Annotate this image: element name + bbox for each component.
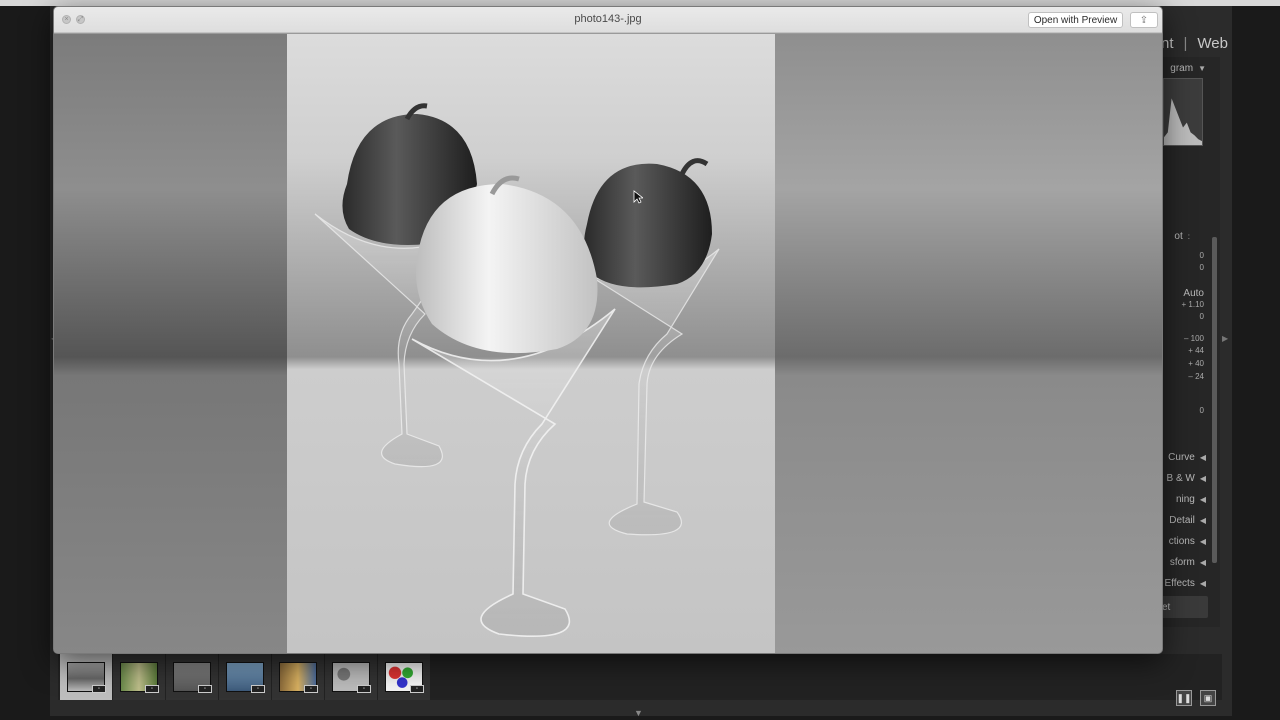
partial-label-text: ot <box>1174 230 1183 242</box>
image-icon[interactable]: ▣ <box>1200 690 1216 706</box>
section-transform[interactable]: sform ◀ <box>1170 553 1206 571</box>
section-label: sform <box>1169 556 1195 568</box>
value-row: 0 <box>1199 263 1204 272</box>
value-row: 0 <box>1199 251 1204 260</box>
expand-icon: ◀ <box>1199 473 1206 483</box>
section-label: Effects <box>1164 577 1195 589</box>
module-web[interactable]: Web <box>1197 35 1228 52</box>
section-label: Curve <box>1168 451 1195 463</box>
section-label: ning <box>1175 493 1195 505</box>
module-separator: | <box>1183 34 1188 52</box>
expand-icon: ◀ <box>1199 557 1206 567</box>
reset-button[interactable]: et <box>1160 596 1208 618</box>
section-lens-corrections[interactable]: ctions ◀ <box>1169 532 1206 550</box>
section-label: ctions <box>1168 535 1195 547</box>
section-split-toning[interactable]: ning ◀ <box>1176 490 1206 508</box>
share-button[interactable]: ⇪ <box>1130 12 1158 28</box>
open-with-preview-button[interactable]: Open with Preview <box>1028 12 1123 28</box>
edit-badge-icon: ▫ <box>410 685 424 693</box>
filmstrip-thumb[interactable]: ▫ <box>219 654 271 700</box>
section-tone-curve[interactable]: Curve ◀ <box>1168 448 1206 466</box>
edit-badge-icon: ▫ <box>357 685 371 693</box>
value-row: + 44 <box>1188 346 1204 355</box>
edit-badge-icon: ▫ <box>251 685 265 693</box>
value-row: – 24 <box>1188 372 1204 381</box>
histogram-label: gram <box>1170 62 1194 74</box>
right-panel-toggle-icon[interactable]: ▶ <box>1222 334 1228 343</box>
pause-icon[interactable]: ❚❚ <box>1176 690 1192 706</box>
quicklook-window: × ⤢ photo143-.jpg Open with Preview ⇪ <box>53 6 1163 654</box>
collapse-icon: ▼ <box>1198 63 1206 73</box>
value-row: 0 <box>1199 312 1204 321</box>
partial-label: ot : <box>1174 227 1190 245</box>
filmstrip-thumb[interactable]: ▫ <box>60 654 112 700</box>
section-label: B & W <box>1166 472 1195 484</box>
thumbnail-image: ▫ <box>120 662 159 693</box>
thumbnail-image: ▫ <box>279 662 318 693</box>
histogram-graph <box>1164 98 1202 145</box>
filmstrip-thumb[interactable]: ▫ <box>166 654 218 700</box>
quicklook-titlebar: × ⤢ photo143-.jpg Open with Preview ⇪ <box>54 7 1162 33</box>
expand-icon: ◀ <box>1199 452 1206 462</box>
thumbnail-image: ▫ <box>173 662 212 693</box>
photo-preview <box>287 34 775 653</box>
filmstrip-thumb[interactable]: ▫ <box>378 654 430 700</box>
image-backdrop-right <box>775 34 1162 653</box>
value-row: – 100 <box>1183 334 1204 343</box>
edit-badge-icon: ▫ <box>304 685 318 693</box>
edit-badge-icon: ▫ <box>145 685 159 693</box>
expand-icon: ◀ <box>1199 536 1206 546</box>
edit-badge-icon: ▫ <box>92 685 106 693</box>
panel-scrollbar[interactable] <box>1212 237 1217 563</box>
image-backdrop-left <box>54 34 287 653</box>
filmstrip-toggle-icon[interactable]: ▼ <box>634 708 643 718</box>
edit-badge-icon: ▫ <box>198 685 212 693</box>
mouse-cursor-icon <box>633 190 643 204</box>
section-effects[interactable]: Effects ◀ <box>1164 574 1206 592</box>
chevron-icon: : <box>1187 231 1190 241</box>
section-hsl[interactable]: B & W ◀ <box>1167 469 1207 487</box>
expand-icon: ◀ <box>1199 578 1206 588</box>
value-row: + 40 <box>1188 359 1204 368</box>
expand-icon: ◀ <box>1199 515 1206 525</box>
value-row: 0 <box>1199 406 1204 415</box>
window-title: photo143-.jpg <box>574 13 642 25</box>
thumbnail-image: ▫ <box>67 662 106 693</box>
section-label: Detail <box>1169 514 1195 526</box>
filmstrip-thumb[interactable]: ▫ <box>325 654 377 700</box>
filmstrip-controls: ❚❚ ▣ <box>1176 690 1216 706</box>
value-row: + 1.10 <box>1181 300 1204 309</box>
filmstrip-thumb[interactable]: ▫ <box>272 654 324 700</box>
share-icon: ⇪ <box>1139 14 1149 26</box>
thumbnail-image: ▫ <box>385 662 424 693</box>
thumbnail-image: ▫ <box>226 662 265 693</box>
filmstrip-thumb[interactable]: ▫ <box>113 654 165 700</box>
histogram <box>1163 78 1203 146</box>
section-detail[interactable]: Detail ◀ <box>1169 511 1206 529</box>
expand-icon: ◀ <box>1199 494 1206 504</box>
histogram-header[interactable]: gram ▼ <box>1170 59 1206 77</box>
module-picker: nt | Web <box>1161 32 1228 54</box>
thumbnail-image: ▫ <box>332 662 371 693</box>
quicklook-content <box>54 34 1162 653</box>
peppers-in-glasses-photo <box>314 103 720 637</box>
